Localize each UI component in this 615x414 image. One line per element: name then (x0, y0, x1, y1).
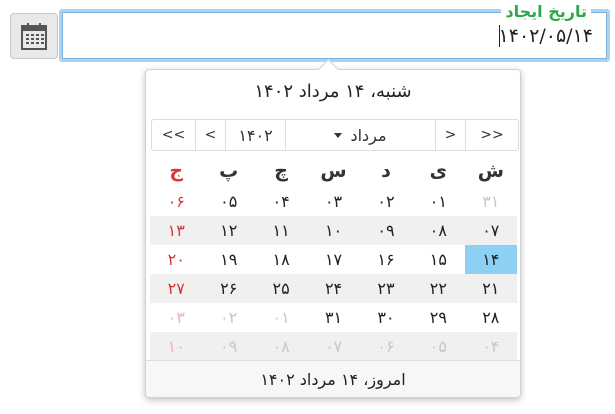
day-cell[interactable]: ۰۷ (307, 332, 359, 361)
week-row: ۲۱ ۲۲ ۲۳ ۲۴ ۲۵ ۲۶ ۲۷ (150, 274, 517, 303)
weekday-label: چ (274, 159, 288, 182)
year-select[interactable]: ۱۴۰۲ (226, 120, 286, 150)
week-row: ۱۴ ۱۵ ۱۶ ۱۷ ۱۸ ۱۹ ۲۰ (150, 245, 517, 274)
day-cell[interactable]: ۱۰ (307, 216, 359, 245)
day-grid: شیدسچپج ۳۱ ۰۱ ۰۲ ۰۳ ۰۴ ۰۵ ۰۶ ۰۷ ۰۸ ۰۹ ۱۰ ۱۱ ۱۲ ۱۳ ۱۴ ۱۵… (150, 154, 517, 361)
day-cell[interactable]: ۲۹ (412, 303, 464, 332)
day-cell[interactable]: ۰۸ (255, 332, 307, 361)
datepicker-popup: شنبه، ۱۴ مرداد ۱۴۰۲ << < ۱۴۰۲ مرداد > >>… (145, 69, 521, 398)
day-cell[interactable]: ۰۵ (412, 332, 464, 361)
day-cell[interactable]: ۰۶ (150, 187, 202, 216)
day-cell[interactable]: ۲۱ (465, 274, 517, 303)
today-button[interactable]: امروز، ۱۴ مرداد ۱۴۰۲ (146, 360, 520, 397)
weekday-label: ج (169, 159, 184, 182)
day-cell[interactable]: ۰۱ (255, 303, 307, 332)
day-cell[interactable]: ۲۵ (255, 274, 307, 303)
day-cell[interactable]: ۳۱ (465, 187, 517, 216)
day-cell[interactable]: ۰۸ (412, 216, 464, 245)
weekday-label: د (381, 159, 391, 182)
prev-year-button[interactable]: << (152, 120, 196, 150)
weekday-header-row: شیدسچپج (150, 154, 517, 187)
day-cell[interactable]: ۱۱ (255, 216, 307, 245)
day-cell[interactable]: ۱۹ (202, 245, 254, 274)
weekday-label: پ (219, 159, 239, 182)
datepicker-nav: << < ۱۴۰۲ مرداد > >> (151, 119, 519, 151)
day-cell[interactable]: ۲۳ (360, 274, 412, 303)
prev-month-button[interactable]: < (196, 120, 226, 150)
date-field-value[interactable]: ۱۴۰۲/۰۵/۱۴ (499, 24, 593, 48)
day-cell[interactable]: ۰۴ (465, 332, 517, 361)
week-row: ۰۷ ۰۸ ۰۹ ۱۰ ۱۱ ۱۲ ۱۳ (150, 216, 517, 245)
day-cell[interactable]: ۱۶ (360, 245, 412, 274)
day-cell[interactable]: ۱۰ (150, 332, 202, 361)
week-row: ۰۴ ۰۵ ۰۶ ۰۷ ۰۸ ۰۹ ۱۰ (150, 332, 517, 361)
calendar-button[interactable] (10, 13, 58, 59)
month-select-label: مرداد (350, 125, 387, 145)
day-cell[interactable]: ۰۳ (307, 187, 359, 216)
next-month-button[interactable]: > (436, 120, 466, 150)
week-row: ۳۱ ۰۱ ۰۲ ۰۳ ۰۴ ۰۵ ۰۶ (150, 187, 517, 216)
day-cell[interactable]: ۰۲ (202, 303, 254, 332)
day-cell[interactable]: ۰۵ (202, 187, 254, 216)
selected-date-header: شنبه، ۱۴ مرداد ۱۴۰۲ (254, 80, 412, 102)
caret-down-icon (334, 132, 343, 138)
day-cell[interactable]: ۱۲ (202, 216, 254, 245)
date-field-label: تاریخ ایجاد (501, 4, 591, 20)
weekday-label: ش (477, 159, 504, 182)
day-cell[interactable]: ۱۵ (412, 245, 464, 274)
day-cell[interactable]: ۱۷ (307, 245, 359, 274)
day-cell[interactable]: ۰۹ (360, 216, 412, 245)
day-cell[interactable]: ۲۲ (412, 274, 464, 303)
next-year-button[interactable]: >> (466, 120, 518, 150)
day-cell[interactable]: ۰۳ (150, 303, 202, 332)
day-cell[interactable]: ۳۰ (360, 303, 412, 332)
day-cell[interactable]: ۳۱ (307, 303, 359, 332)
day-cell[interactable]: ۰۲ (360, 187, 412, 216)
date-input[interactable]: تاریخ ایجاد ۱۴۰۲/۰۵/۱۴ (59, 4, 610, 62)
day-cell[interactable]: ۱۸ (255, 245, 307, 274)
day-cell[interactable]: ۰۹ (202, 332, 254, 361)
text-caret (499, 25, 500, 47)
calendar-icon (21, 22, 47, 50)
day-cell[interactable]: ۱۳ (150, 216, 202, 245)
day-cell[interactable]: ۰۱ (412, 187, 464, 216)
month-select[interactable]: مرداد (286, 120, 436, 150)
day-cell[interactable]: ۰۶ (360, 332, 412, 361)
week-row: ۲۸ ۲۹ ۳۰ ۳۱ ۰۱ ۰۲ ۰۳ (150, 303, 517, 332)
day-cell[interactable]: ۲۰ (150, 245, 202, 274)
day-cell[interactable]: ۲۸ (465, 303, 517, 332)
weekday-label: ی (429, 159, 448, 182)
day-cell[interactable]: ۰۴ (255, 187, 307, 216)
weekday-label: س (320, 159, 347, 182)
day-cell[interactable]: ۲۴ (307, 274, 359, 303)
day-cell[interactable]: ۲۶ (202, 274, 254, 303)
selected-day-cell[interactable]: ۱۴ (464, 245, 517, 274)
day-cell[interactable]: ۰۷ (465, 216, 517, 245)
day-cell[interactable]: ۲۷ (150, 274, 202, 303)
